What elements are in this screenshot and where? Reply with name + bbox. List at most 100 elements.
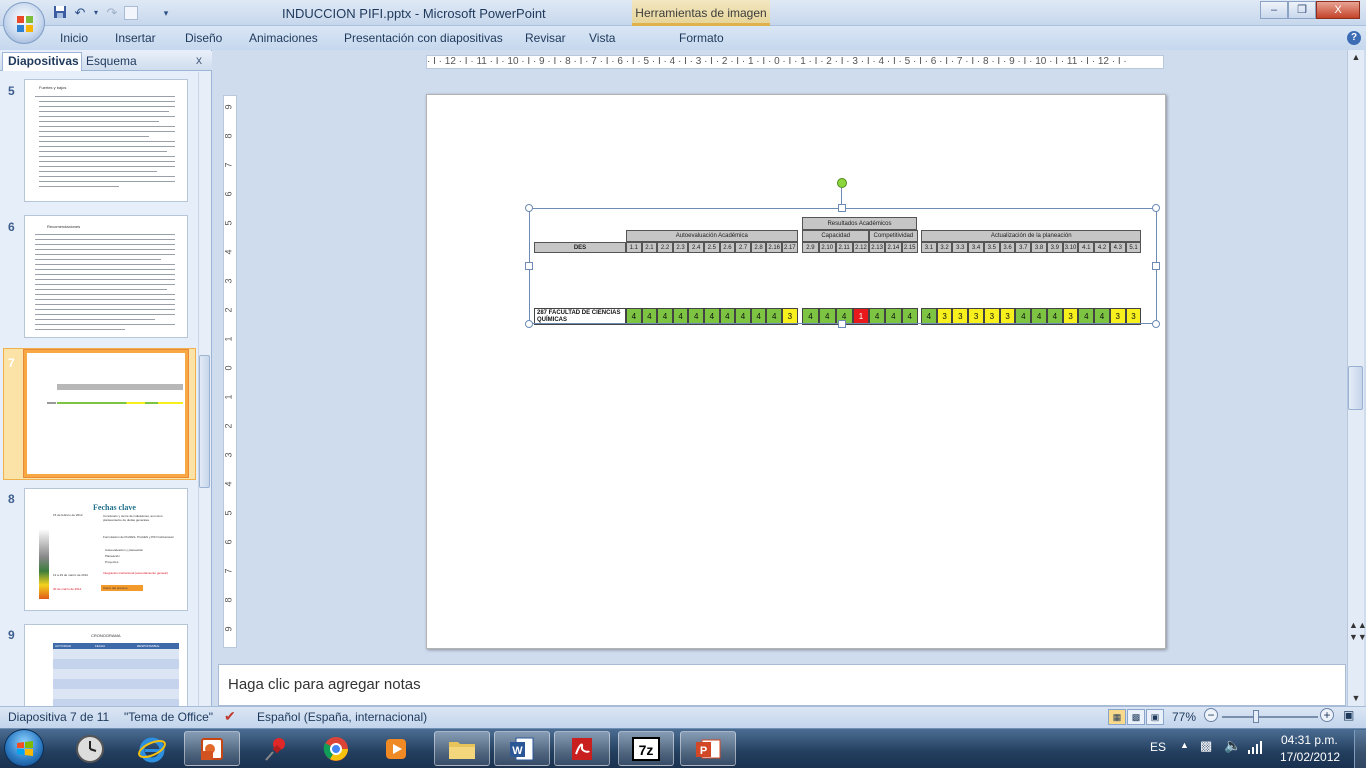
rotate-handle[interactable] (837, 178, 847, 188)
zoom-out-button[interactable]: − (1204, 708, 1218, 722)
ruler-tick-label: 8 (223, 597, 234, 603)
customize-qat-icon[interactable]: ▾ (158, 5, 174, 21)
7zip-icon: 7z (632, 736, 660, 761)
adobe-pdf-icon (572, 737, 592, 760)
ruler-tick-label: 6 (223, 539, 234, 545)
thumbnail-title: Recomendaciones (47, 224, 81, 229)
slide-sorter-view-icon[interactable]: ▩ (1127, 709, 1145, 725)
tab-vista[interactable]: Vista (589, 31, 615, 45)
undo-icon[interactable]: ↶ (72, 5, 88, 21)
powerpoint-icon: P (696, 739, 721, 758)
resize-handle[interactable] (525, 320, 533, 328)
redo-icon[interactable]: ↷ (104, 5, 120, 21)
thumbnail-title: Fechas clave (93, 503, 136, 512)
thumbnail-title: CRONOGRAMA (91, 633, 121, 638)
vertical-scroll-thumb[interactable] (1348, 366, 1363, 410)
resize-handle[interactable] (1152, 204, 1160, 212)
ruler-tick-label: 1 (223, 336, 234, 342)
horizontal-ruler[interactable]: · I · 12 · I · 11 · I · 10 · I · 9 · I ·… (426, 55, 1164, 69)
taskbar-powerpoint-presentation[interactable] (184, 731, 240, 766)
minimize-button[interactable]: – (1260, 1, 1288, 19)
zoom-slider[interactable] (1222, 716, 1318, 718)
taskbar-powerpoint[interactable]: P (680, 731, 736, 766)
theme-name[interactable]: "Tema de Office" (124, 710, 213, 724)
taskbar-7zip[interactable]: 7z (618, 731, 674, 766)
resize-handle[interactable] (525, 262, 533, 270)
tray-expand-icon[interactable]: ▲ (1180, 740, 1189, 750)
taskbar-adobe-pdf[interactable] (554, 731, 610, 766)
tray-language[interactable]: ES (1150, 740, 1166, 754)
resize-handle[interactable] (1152, 320, 1160, 328)
slide-canvas[interactable] (426, 94, 1166, 649)
taskbar-word[interactable]: W (494, 731, 550, 766)
taskbar-explorer[interactable] (434, 731, 490, 766)
ruler-tick-label: 2 (223, 423, 234, 429)
tab-outline[interactable]: Esquema (86, 54, 137, 68)
resize-handle[interactable] (525, 204, 533, 212)
thumbnail-slide-5[interactable]: Fuertes y bajos (24, 79, 188, 202)
taskbar-clock-app[interactable] (62, 731, 118, 766)
tray-signal-icon[interactable] (1248, 740, 1264, 757)
tab-insertar[interactable]: Insertar (115, 31, 156, 45)
thumbnail-title: Fuertes y bajos (39, 85, 67, 90)
office-button[interactable] (3, 2, 45, 44)
previous-slide-icon[interactable]: ▲▲ (1349, 620, 1366, 630)
thumbnail-slide-9[interactable]: CRONOGRAMA ACTIVIDAD FECHA RESPONSABLE (24, 624, 188, 706)
image-selection-box[interactable] (529, 208, 1157, 324)
thumbnail-slide-6[interactable]: Recomendaciones (24, 215, 188, 338)
tab-presentacion[interactable]: Presentación con diapositivas (344, 31, 503, 45)
tab-slides[interactable]: Diapositivas (2, 52, 82, 71)
help-icon[interactable]: ? (1347, 31, 1361, 45)
thumbnail-number: 5 (8, 84, 15, 98)
tray-date[interactable]: 17/02/2012 (1280, 750, 1340, 764)
vertical-ruler[interactable]: 9 8 7 6 5 4 3 2 1 0 1 2 3 4 5 6 7 8 9 (223, 95, 237, 648)
undo-dropdown-icon[interactable]: ▾ (88, 5, 104, 21)
taskbar-media-player[interactable] (368, 731, 424, 766)
chrome-icon (323, 736, 348, 761)
next-slide-icon[interactable]: ▼▼ (1349, 632, 1366, 642)
tab-formato[interactable]: Formato (679, 31, 724, 45)
language-status[interactable]: Español (España, internacional) (257, 710, 427, 724)
show-desktop-button[interactable] (1354, 730, 1366, 768)
close-button[interactable]: X (1316, 1, 1360, 19)
internet-explorer-icon (138, 737, 166, 762)
save-icon[interactable] (52, 5, 68, 21)
thumbnail-slide-7[interactable] (24, 350, 188, 477)
tab-revisar[interactable]: Revisar (525, 31, 566, 45)
tab-diseno[interactable]: Diseño (185, 31, 222, 45)
zoom-in-button[interactable]: + (1320, 708, 1334, 722)
tray-time[interactable]: 04:31 p.m. (1281, 733, 1338, 747)
tray-network-icon[interactable]: ▩ (1200, 738, 1212, 754)
svg-text:P: P (700, 745, 707, 757)
thumbnail-number: 9 (8, 628, 15, 642)
customize-box-icon[interactable] (124, 6, 138, 20)
thumbnails-scroll-thumb[interactable] (199, 355, 210, 488)
notes-placeholder[interactable]: Haga clic para agregar notas (228, 676, 421, 693)
zoom-slider-knob[interactable] (1253, 710, 1259, 723)
tab-inicio[interactable]: Inicio (60, 31, 88, 45)
start-button[interactable] (4, 729, 44, 767)
spellcheck-icon[interactable]: ✔ (224, 708, 236, 725)
fit-to-window-icon[interactable]: ▣ (1343, 708, 1354, 722)
thumbnail-slide-8[interactable]: Fechas clave 15 de febrero de 2012 12 a … (24, 488, 188, 611)
scroll-down-icon[interactable]: ▼ (1349, 693, 1363, 703)
tray-volume-icon[interactable]: 🔈 (1224, 737, 1241, 754)
ruler-tick-label: 1 (223, 394, 234, 400)
scroll-up-icon[interactable]: ▲ (1349, 52, 1363, 62)
ruler-tick-label: 5 (223, 510, 234, 516)
slideshow-view-icon[interactable]: ▣ (1146, 709, 1164, 725)
resize-handle[interactable] (838, 204, 846, 212)
taskbar-chrome[interactable] (308, 731, 364, 766)
resize-handle[interactable] (838, 320, 846, 328)
zoom-level[interactable]: 77% (1172, 710, 1196, 724)
pane-close-icon[interactable]: x (196, 53, 202, 67)
maximize-button[interactable]: ❒ (1288, 1, 1316, 19)
taskbar-internet-explorer[interactable] (124, 731, 180, 766)
resize-handle[interactable] (1152, 262, 1160, 270)
thumbnail-number: 6 (8, 220, 15, 234)
slide-counter: Diapositiva 7 de 11 (8, 710, 110, 724)
taskbar-pin-app[interactable] (248, 731, 304, 766)
tab-animaciones[interactable]: Animaciones (249, 31, 318, 45)
normal-view-icon[interactable]: ▦ (1108, 709, 1126, 725)
office-logo-icon (17, 16, 33, 32)
